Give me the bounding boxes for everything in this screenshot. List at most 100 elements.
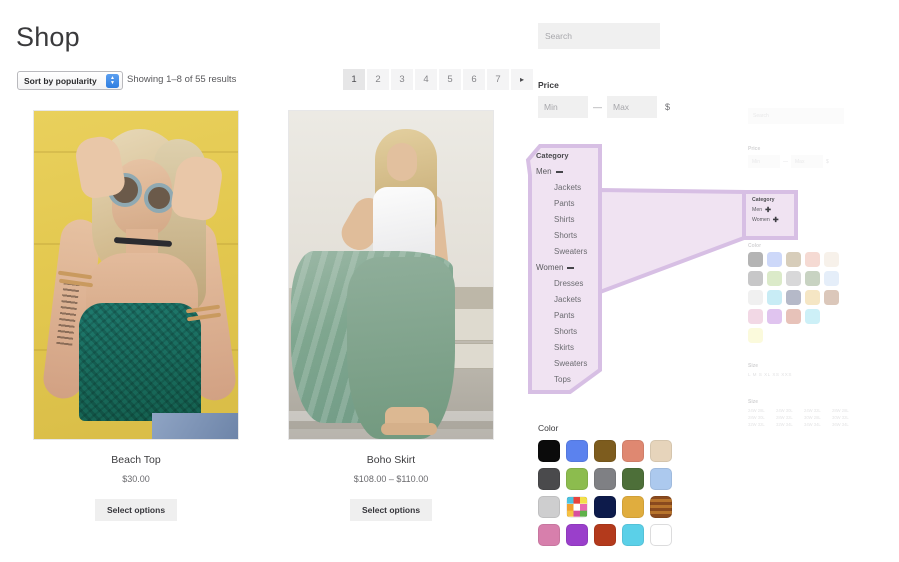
faded-color-swatch-3[interactable] xyxy=(805,252,820,267)
plus-icon[interactable]: ✚ xyxy=(773,218,779,223)
page-button-5[interactable]: 5 xyxy=(439,69,461,90)
minus-icon[interactable] xyxy=(556,171,563,173)
faded-color-swatch-8[interactable] xyxy=(805,271,820,286)
faded-color-swatch-20[interactable] xyxy=(748,328,763,343)
color-swatch-cyan[interactable] xyxy=(622,524,644,546)
faded-price-min-input[interactable]: Min xyxy=(748,155,780,168)
faded-size-value-0[interactable]: 24W 28L xyxy=(748,408,774,413)
page-button-2[interactable]: 2 xyxy=(367,69,389,90)
faded-color-swatch-19[interactable] xyxy=(824,309,839,324)
select-options-button[interactable]: Select options xyxy=(95,499,177,521)
faded-color-swatch-16[interactable] xyxy=(767,309,782,324)
product-card[interactable]: Beach Top $30.00 Select options xyxy=(33,110,239,521)
faded-size-value-1[interactable]: 24W 30L xyxy=(776,408,802,413)
color-swatch-plaid-brown[interactable] xyxy=(650,496,672,518)
color-swatch-salmon[interactable] xyxy=(622,440,644,462)
minus-icon[interactable] xyxy=(567,267,574,269)
select-options-button[interactable]: Select options xyxy=(350,499,432,521)
faded-size-value-2[interactable]: 24W 32L xyxy=(804,408,830,413)
price-max-input[interactable]: Max xyxy=(607,96,657,118)
plus-icon[interactable]: ✚ xyxy=(765,208,771,213)
product-card[interactable]: Boho Skirt $108.00 – $110.00 Select opti… xyxy=(288,110,494,521)
color-swatch-rust[interactable] xyxy=(594,524,616,546)
faded-size-value-10[interactable]: 34W 34L xyxy=(804,422,830,427)
faded-color-swatch-0[interactable] xyxy=(748,252,763,267)
faded-size-value-6[interactable]: 30W 28L xyxy=(804,415,830,420)
faded-color-swatch-1[interactable] xyxy=(767,252,782,267)
page-button-4[interactable]: 4 xyxy=(415,69,437,90)
color-swatch-dark-gray[interactable] xyxy=(538,468,560,490)
color-swatch-pink[interactable] xyxy=(538,524,560,546)
faded-color-swatch-5[interactable] xyxy=(748,271,763,286)
faded-size-value-11[interactable]: 36W 34L xyxy=(832,422,858,427)
color-swatch-white[interactable] xyxy=(650,524,672,546)
color-swatch-beige[interactable] xyxy=(650,440,672,462)
filter-search-input[interactable]: Search xyxy=(538,23,660,49)
page-button-1[interactable]: 1 xyxy=(343,69,365,90)
faded-size-value-5[interactable]: 28W 32L xyxy=(776,415,802,420)
product-title[interactable]: Beach Top xyxy=(33,454,239,466)
faded-color-swatch-9[interactable] xyxy=(824,271,839,286)
category-item-women-tops[interactable]: Tops xyxy=(536,375,600,384)
category-group-men[interactable]: Men xyxy=(536,167,600,176)
pagination-next-icon[interactable]: ▸ xyxy=(511,69,533,90)
color-swatch-blue[interactable] xyxy=(566,440,588,462)
faded-color-swatch-11[interactable] xyxy=(767,290,782,305)
page-button-6[interactable]: 6 xyxy=(463,69,485,90)
page-button-7[interactable]: 7 xyxy=(487,69,509,90)
product-title[interactable]: Boho Skirt xyxy=(288,454,494,466)
small-category-men[interactable]: Men ✚ xyxy=(752,207,796,213)
category-item-women-pants[interactable]: Pants xyxy=(536,311,600,320)
category-item-women-skirts[interactable]: Skirts xyxy=(536,343,600,352)
faded-size-letters-values[interactable]: L M S XL XS XXS xyxy=(748,372,860,377)
category-item-women-dresses[interactable]: Dresses xyxy=(536,279,600,288)
faded-color-swatch-14[interactable] xyxy=(824,290,839,305)
faded-color-swatch-4[interactable] xyxy=(824,252,839,267)
faded-size-value-9[interactable]: 32W 34L xyxy=(776,422,802,427)
faded-size-value-3[interactable]: 28W 28L xyxy=(832,408,858,413)
color-swatch-green[interactable] xyxy=(566,468,588,490)
color-swatch-gray[interactable] xyxy=(594,468,616,490)
faded-color-swatch-15[interactable] xyxy=(748,309,763,324)
faded-color-swatch-17[interactable] xyxy=(786,309,801,324)
color-swatch-mustard[interactable] xyxy=(622,496,644,518)
faded-price-max-input[interactable]: Max xyxy=(791,155,823,168)
color-swatch-multicolor[interactable] xyxy=(566,496,588,518)
faded-size-value-7[interactable]: 30W 32L xyxy=(832,415,858,420)
faded-color-swatch-grid[interactable] xyxy=(748,252,860,343)
price-min-input[interactable]: Min xyxy=(538,96,588,118)
page-button-3[interactable]: 3 xyxy=(391,69,413,90)
color-swatch-purple[interactable] xyxy=(566,524,588,546)
color-swatch-light-gray[interactable] xyxy=(538,496,560,518)
color-swatch-light-blue[interactable] xyxy=(650,468,672,490)
color-swatch-dark-olive[interactable] xyxy=(594,440,616,462)
category-item-women-sweaters[interactable]: Sweaters xyxy=(536,359,600,368)
category-item-men-pants[interactable]: Pants xyxy=(536,199,600,208)
select-stepper-icon[interactable]: ▲▼ xyxy=(106,74,119,88)
faded-size-waist-values[interactable]: 24W 28L24W 30L24W 32L28W 28L 28W 30L28W 3… xyxy=(748,408,860,427)
color-swatch-navy[interactable] xyxy=(594,496,616,518)
category-item-men-jackets[interactable]: Jackets xyxy=(536,183,600,192)
faded-color-swatch-12[interactable] xyxy=(786,290,801,305)
product-image-beach-top[interactable] xyxy=(33,110,239,440)
faded-size-value-8[interactable]: 32W 32L xyxy=(748,422,774,427)
category-item-women-jackets[interactable]: Jackets xyxy=(536,295,600,304)
pagination[interactable]: 1 2 3 4 5 6 7 ▸ xyxy=(343,69,533,90)
faded-color-swatch-13[interactable] xyxy=(805,290,820,305)
sort-by-select[interactable]: Sort by popularity ▲▼ xyxy=(17,71,123,90)
faded-size-value-4[interactable]: 28W 30L xyxy=(748,415,774,420)
faded-color-swatch-2[interactable] xyxy=(786,252,801,267)
faded-color-swatch-6[interactable] xyxy=(767,271,782,286)
color-swatch-grid[interactable] xyxy=(538,440,672,546)
category-item-men-shirts[interactable]: Shirts xyxy=(536,215,600,224)
product-image-boho-skirt[interactable] xyxy=(288,110,494,440)
category-item-women-shorts[interactable]: Shorts xyxy=(536,327,600,336)
color-swatch-black[interactable] xyxy=(538,440,560,462)
faded-color-swatch-7[interactable] xyxy=(786,271,801,286)
faded-color-swatch-18[interactable] xyxy=(805,309,820,324)
color-swatch-forest-green[interactable] xyxy=(622,468,644,490)
category-item-men-shorts[interactable]: Shorts xyxy=(536,231,600,240)
small-category-women[interactable]: Women ✚ xyxy=(752,217,796,223)
faded-search-input[interactable]: Search xyxy=(748,108,844,124)
category-group-women[interactable]: Women xyxy=(536,263,600,272)
